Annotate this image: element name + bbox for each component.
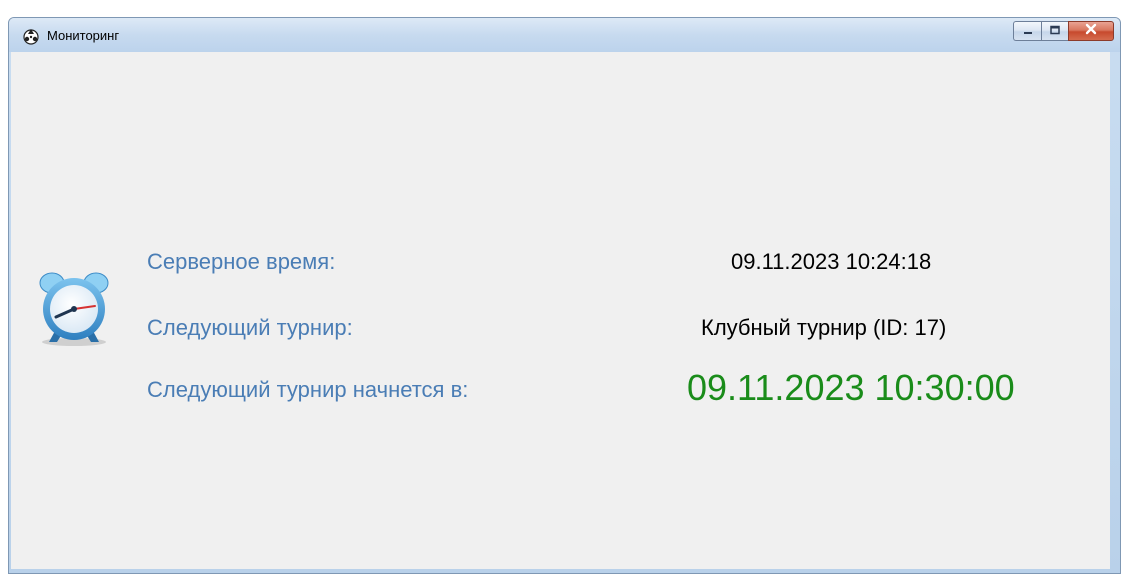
close-button[interactable] bbox=[1068, 21, 1114, 41]
app-logo-icon bbox=[22, 27, 40, 45]
minimize-button[interactable] bbox=[1013, 21, 1041, 41]
window-controls bbox=[1013, 21, 1114, 41]
next-start-label: Следующий турнир начнется в: bbox=[147, 377, 469, 402]
next-tournament-label: Следующий турнир: bbox=[147, 315, 353, 340]
client-area: Серверное время: 09.11.2023 10:24:18 Сле… bbox=[11, 52, 1110, 569]
next-start-value: 09.11.2023 10:30:00 bbox=[687, 367, 1015, 408]
close-icon bbox=[1084, 22, 1098, 40]
next-tournament-value: Клубный турнир (ID: 17) bbox=[701, 315, 947, 340]
title-bar[interactable]: Мониторинг bbox=[9, 18, 1120, 52]
server-time-label: Серверное время: bbox=[147, 249, 336, 274]
monitoring-window: Мониторинг Серверное время: 09.11.2023 1… bbox=[8, 17, 1121, 574]
server-time-value: 09.11.2023 10:24:18 bbox=[731, 249, 932, 274]
alarm-clock-icon bbox=[33, 265, 115, 347]
maximize-icon bbox=[1049, 22, 1061, 40]
window-title: Мониторинг bbox=[47, 28, 120, 43]
minimize-icon bbox=[1022, 22, 1034, 40]
maximize-button[interactable] bbox=[1041, 21, 1068, 41]
